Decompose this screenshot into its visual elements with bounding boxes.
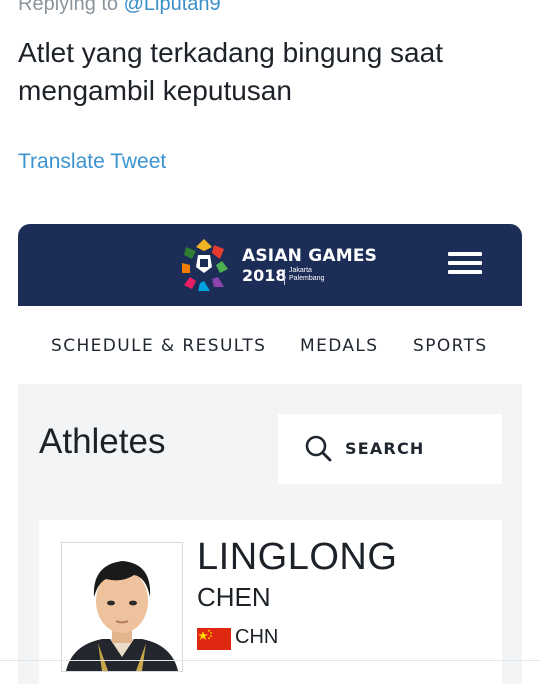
- nav-item-sports[interactable]: SPORTS: [413, 336, 488, 356]
- search-button[interactable]: SEARCH: [278, 414, 502, 484]
- page-title: Athletes: [39, 422, 166, 461]
- reply-handle-link[interactable]: @Liputan9: [124, 0, 221, 15]
- brand-year: 2018: [242, 266, 287, 285]
- hamburger-menu-icon[interactable]: [448, 252, 482, 278]
- asian-games-logo-icon[interactable]: [178, 237, 230, 295]
- site-header: ASIAN GAMES 2018 Jakarta Palembang: [18, 224, 522, 306]
- brand-title: ASIAN GAMES: [242, 246, 378, 266]
- search-icon: [305, 435, 332, 462]
- nav-item-medals[interactable]: MEDALS: [300, 336, 379, 356]
- china-flag-icon: [197, 628, 231, 650]
- tweet-text: Atlet yang terkadang bingung saat mengam…: [18, 37, 443, 106]
- translate-tweet-link[interactable]: Translate Tweet: [18, 150, 166, 174]
- brand-city: Jakarta Palembang: [289, 267, 325, 282]
- divider: [0, 660, 540, 661]
- athlete-last-name: CHEN: [197, 582, 271, 612]
- athlete-country-code: CHN: [235, 626, 279, 648]
- athlete-first-name: LINGLONG: [197, 536, 398, 578]
- reply-prefix: Replying to: [18, 0, 124, 15]
- reply-context: Replying to @Liputan9: [18, 0, 221, 16]
- embedded-screenshot: ASIAN GAMES 2018 Jakarta Palembang SCHED…: [18, 224, 522, 684]
- brand-divider: [284, 269, 285, 285]
- nav-item-schedule-results[interactable]: SCHEDULE & RESULTS: [51, 336, 266, 356]
- athlete-photo: [61, 542, 183, 672]
- main-nav: SCHEDULE & RESULTS MEDALS SPORTS: [18, 306, 522, 384]
- search-label: SEARCH: [345, 439, 425, 458]
